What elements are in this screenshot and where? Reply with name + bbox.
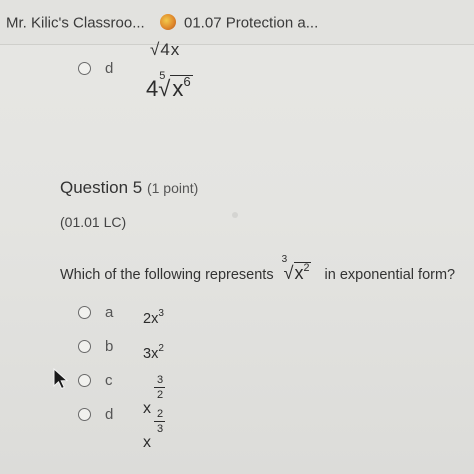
prompt-text-after: in exponential form? <box>324 267 456 284</box>
option-letter: d <box>105 60 114 77</box>
option-c-exponent-numerator: 3 <box>156 374 164 386</box>
option-letter: a <box>105 304 114 321</box>
question-number: Question 5 <box>60 178 143 197</box>
prompt-radical-expression: 3 √x2 <box>282 254 311 284</box>
prompt-radicand-base: x <box>294 263 304 284</box>
option-c-exponent-denominator: 2 <box>156 389 164 401</box>
option-letter: c <box>105 372 113 389</box>
option-b-exponent: 2 <box>158 343 164 354</box>
option-a-expression: 2x3 <box>143 308 164 327</box>
radicand: x6 <box>170 74 193 101</box>
bookmark-classroom[interactable]: Mr. Kilic's Classroo... <box>6 14 145 32</box>
screen: Mr. Kilic's Classroo... 01.07 Protection… <box>0 0 474 474</box>
radicand-base: x <box>172 75 184 101</box>
option-d-base: x <box>143 434 151 451</box>
option-d-expression: x 2 3 <box>143 408 167 454</box>
bookmarks-bar: Mr. Kilic's Classroo... 01.07 Protection… <box>0 0 474 45</box>
option-d-exponent-numerator: 2 <box>156 408 164 420</box>
previous-question-fragment: √4x <box>150 40 181 59</box>
option-a-base: 2x <box>143 311 159 327</box>
radical-expression: 5 √x6 <box>158 70 193 102</box>
prompt-text-before: Which of the following represents <box>60 267 274 284</box>
previous-option-d-expression: 4 5 √x6 <box>146 70 193 102</box>
option-d-exponent-denominator: 3 <box>156 423 164 435</box>
radio-button[interactable] <box>78 374 91 387</box>
radio-button[interactable] <box>78 340 91 353</box>
radio-button[interactable] <box>78 408 91 421</box>
decorative-dot <box>232 212 238 218</box>
option-letter: d <box>105 406 114 423</box>
option-a-exponent: 3 <box>158 308 164 319</box>
prompt-radicand: x2 <box>293 262 311 284</box>
mouse-pointer-icon <box>53 368 69 390</box>
bookmark-protection-label: 01.07 Protection a... <box>184 14 319 32</box>
site-favicon-icon <box>160 14 176 30</box>
radicand-exponent: 6 <box>183 74 191 89</box>
question-code: (01.01 LC) <box>60 214 127 230</box>
option-b-expression: 3x2 <box>143 343 164 362</box>
bookmark-classroom-label: Mr. Kilic's Classroo... <box>6 14 145 32</box>
question-title: Question 5 (1 point) <box>60 178 198 198</box>
option-letter: b <box>105 338 114 355</box>
coefficient: 4 <box>146 75 159 101</box>
radio-button[interactable] <box>78 62 91 75</box>
root-index: 5 <box>159 70 166 82</box>
prompt-radicand-exponent: 2 <box>303 262 310 274</box>
radical-sign: √ <box>283 263 294 284</box>
question-points: (1 point) <box>146 180 199 196</box>
prompt-root-index: 3 <box>281 254 288 265</box>
option-b-base: 3x <box>143 346 159 362</box>
question-prompt: Which of the following represents 3 √x2 i… <box>60 254 456 284</box>
radio-button[interactable] <box>78 306 91 319</box>
bookmark-protection[interactable]: 01.07 Protection a... <box>160 14 318 32</box>
